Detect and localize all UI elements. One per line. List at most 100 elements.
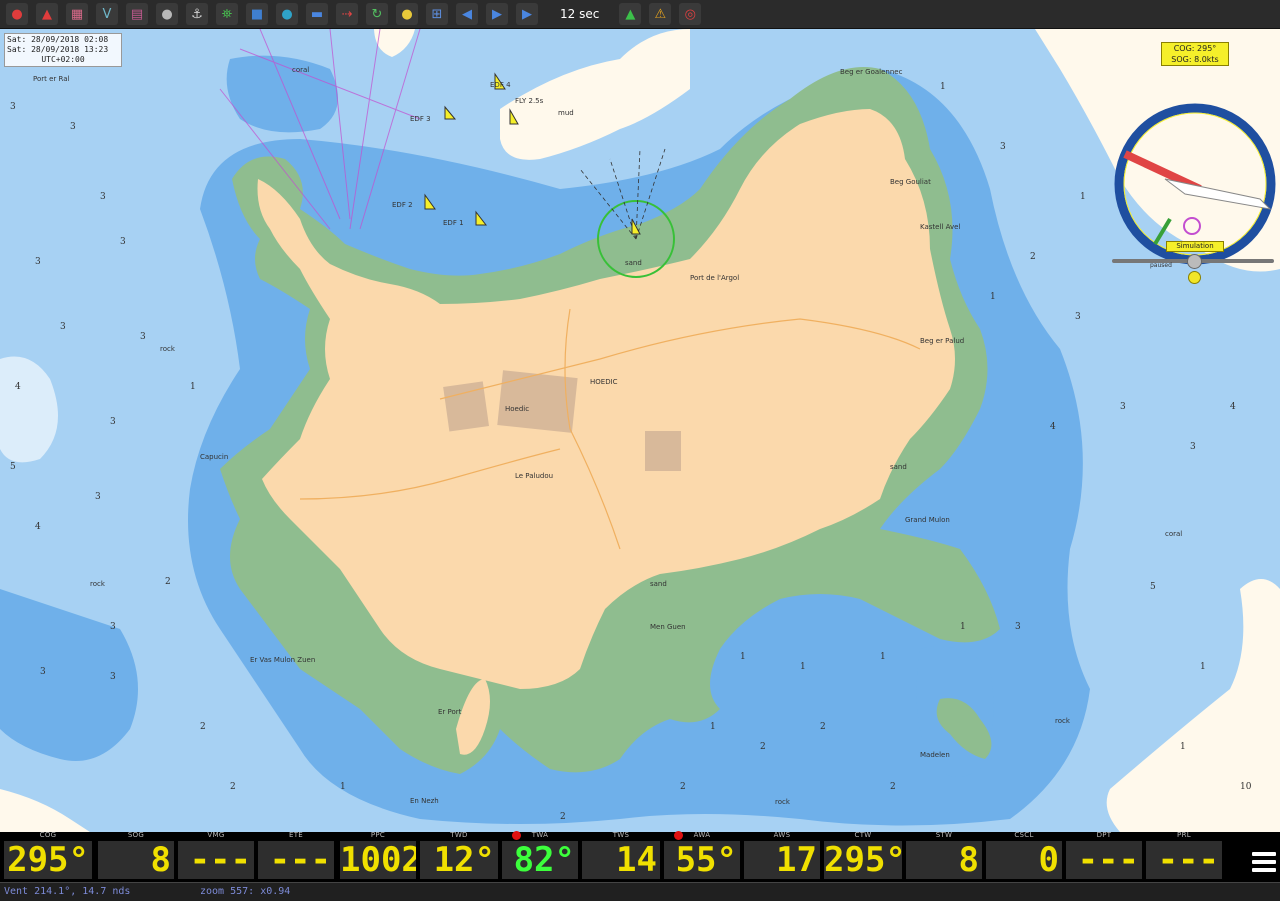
svg-text:1: 1 [990, 292, 996, 302]
instrument-value: 12° [420, 841, 498, 879]
instrument-aws[interactable]: AWS 17 [742, 831, 822, 882]
alarm-green-icon[interactable]: ▲ [619, 3, 642, 25]
label-sand-north: sand [625, 259, 642, 267]
grib-icon[interactable]: ⊞ [426, 3, 448, 25]
instrument-label: ETE [288, 831, 304, 839]
svg-text:3: 3 [35, 257, 41, 267]
instrument-value: 1002 [340, 841, 416, 879]
svg-text:1: 1 [960, 622, 966, 632]
svg-text:2: 2 [680, 782, 686, 792]
svg-text:1: 1 [190, 382, 196, 392]
label-edf4: EDF 4 [490, 81, 511, 89]
instrument-dpt[interactable]: DPT ---- [1064, 831, 1144, 882]
label-er-vas: Er Vas Mulon Zuen [250, 656, 315, 664]
instrument-label: CSCL [1014, 831, 1034, 839]
instrument-twa[interactable]: TWA 82° [500, 831, 580, 882]
simulation-slider-knob[interactable] [1187, 254, 1202, 269]
simulation-indicator-dot [1188, 271, 1201, 284]
toolbar-left-group: ● ▲ ▦ V ▤ ● ⚓ ⛯ ■ ● ▬ ⇢ ↻ ● ⊞ ◀ ▶ ▶ [0, 3, 540, 25]
svg-text:2: 2 [165, 577, 171, 587]
ais-icon[interactable]: ⛯ [216, 3, 238, 25]
vector-chart-icon[interactable]: V [96, 3, 118, 25]
svg-text:3: 3 [60, 322, 66, 332]
chart-group-icon[interactable]: ■ [246, 3, 268, 25]
instrument-ppc[interactable]: PPC 1002 [338, 831, 418, 882]
track-icon[interactable]: ⇢ [336, 3, 358, 25]
label-rock-south: rock [775, 798, 791, 806]
instrument-ete[interactable]: ETE ---- [256, 831, 336, 882]
world-icon[interactable]: ● [276, 3, 298, 25]
instrument-tws[interactable]: TWS 14 [580, 831, 662, 882]
hamburger-menu-icon[interactable] [1252, 850, 1276, 874]
instrument-label: COG [39, 831, 57, 839]
back-arrow-icon[interactable]: ◀ [456, 3, 478, 25]
chart-layer-icon[interactable]: ▦ [66, 3, 88, 25]
village-block-3 [645, 431, 681, 471]
svg-text:3: 3 [140, 332, 146, 342]
cog-sog-box: COG: 295° SOG: 8.0kts [1161, 42, 1229, 66]
instrument-cog[interactable]: COG 295° [2, 831, 94, 882]
waypoint-icon[interactable]: ● [6, 3, 28, 25]
svg-text:3: 3 [110, 622, 116, 632]
instrument-stw[interactable]: STW 8 [904, 831, 984, 882]
svg-text:1: 1 [340, 782, 346, 792]
shallow-patch-north [226, 55, 338, 133]
date-line-2: Sat: 28/09/2018 13:23 [7, 45, 109, 54]
nautical-chart[interactable]: Port er Ral EDF 4 EDF 3 EDF 2 EDF 1 FLY … [0, 29, 1280, 832]
tides-icon[interactable]: ● [396, 3, 418, 25]
svg-text:4: 4 [15, 382, 21, 392]
lifebuoy-icon[interactable]: ◎ [679, 3, 702, 25]
instrument-vmg[interactable]: VMG ---- [176, 831, 256, 882]
label-sand-east: sand [890, 463, 907, 471]
play-icon[interactable]: ▶ [516, 3, 538, 25]
svg-text:5: 5 [10, 462, 16, 472]
svg-text:3: 3 [1190, 442, 1196, 452]
label-port-er-ral: Port er Ral [33, 75, 70, 83]
instrument-value: 8 [98, 841, 174, 879]
raster-chart-icon[interactable]: ▤ [126, 3, 148, 25]
instrument-prl[interactable]: PRL ---- [1144, 831, 1224, 882]
svg-text:2: 2 [760, 742, 766, 752]
label-en-nezh: En Nezh [410, 797, 439, 805]
label-beg-er-goalennec: Beg er Goalennec [840, 68, 903, 76]
label-coral: coral [292, 66, 309, 74]
wind-readout: Vent 214.1°, 14.7 nds [4, 886, 131, 897]
instrument-awa[interactable]: AWA 55° [662, 831, 742, 882]
svg-text:2: 2 [230, 782, 236, 792]
alarm-dot-icon [512, 831, 521, 840]
svg-text:3: 3 [1075, 312, 1081, 322]
globe-grey-icon[interactable]: ● [156, 3, 178, 25]
forward-arrow-icon[interactable]: ▶ [486, 3, 508, 25]
svg-text:3: 3 [40, 667, 46, 677]
anchor-tool-icon[interactable]: ⚓ [186, 3, 208, 25]
svg-text:4: 4 [1050, 422, 1056, 432]
svg-text:1: 1 [800, 662, 806, 672]
label-er-port: Er Port [438, 708, 462, 716]
svg-text:5: 5 [1150, 582, 1156, 592]
warning-icon[interactable]: ⚠ [649, 3, 672, 25]
refresh-icon[interactable]: ↻ [366, 3, 388, 25]
label-madelen: Madelen [920, 751, 950, 759]
lighthouse-icon[interactable]: ▲ [36, 3, 58, 25]
main-toolbar: ● ▲ ▦ V ▤ ● ⚓ ⛯ ■ ● ▬ ⇢ ↻ ● ⊞ ◀ ▶ ▶ 12 sec ▲ ⚠ ◎ [0, 0, 1280, 29]
instrument-label: VMG [207, 831, 225, 839]
svg-text:3: 3 [70, 122, 76, 132]
svg-text:1: 1 [940, 82, 946, 92]
instrument-label: PPC [370, 831, 386, 839]
instrument-label: DPT [1096, 831, 1112, 839]
svg-text:2: 2 [560, 812, 566, 822]
instrument-value: ---- [1146, 841, 1222, 879]
route-icon[interactable]: ▬ [306, 3, 328, 25]
label-beg-er-palud: Beg er Palud [920, 337, 964, 345]
label-edf1: EDF 1 [443, 219, 464, 227]
zoom-readout: zoom 557: x0.94 [200, 886, 291, 897]
label-rock-northwest: rock [160, 345, 176, 353]
instrument-cscl[interactable]: CSCL 0 [984, 831, 1064, 882]
instrument-label: TWD [450, 831, 468, 839]
instrument-label: STW [935, 831, 953, 839]
instrument-sog[interactable]: SOG 8 [96, 831, 176, 882]
instrument-ctw[interactable]: CTW 295° [822, 831, 904, 882]
timer-label[interactable]: 12 sec [560, 7, 599, 21]
instrument-label: SOG [127, 831, 145, 839]
instrument-twd[interactable]: TWD 12° [418, 831, 500, 882]
